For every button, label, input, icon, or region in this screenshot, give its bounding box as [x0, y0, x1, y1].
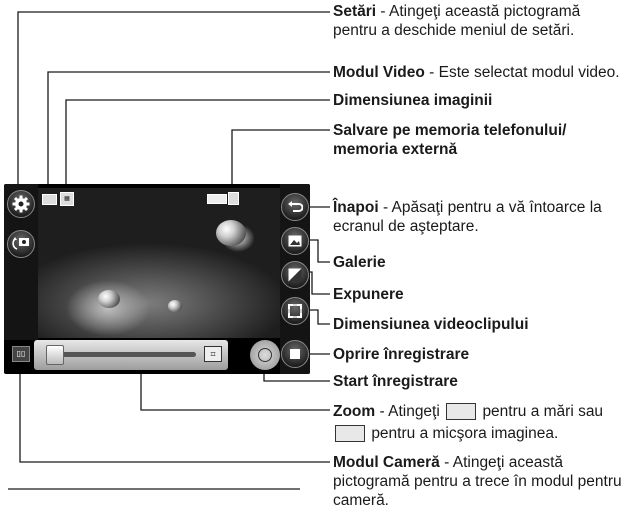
- zoom-in-icon: ⌗: [210, 349, 216, 359]
- zoom-slider-track[interactable]: [46, 352, 196, 357]
- label-video: Modul Video - Este selectat modul video.: [333, 64, 620, 81]
- label-back: Înapoi - Apăsaţi pentru a vă întoarce la…: [333, 199, 602, 235]
- zoom-out-icon: ▯▯: [16, 349, 26, 358]
- camera-mode-button[interactable]: [7, 230, 35, 258]
- image-size-icon: ▦: [60, 192, 74, 206]
- memory-icon: [228, 192, 239, 205]
- video-mode-icon: [42, 194, 57, 205]
- label-exposure: Expunere: [333, 286, 404, 303]
- video-size-button[interactable]: [281, 297, 309, 325]
- zoom-slider-thumb[interactable]: [46, 345, 64, 365]
- zoom-out-inline-icon: [335, 425, 365, 443]
- viewfinder-image: [38, 188, 280, 338]
- label-camera: Modul Cameră - Atingeţi această pictogra…: [333, 454, 622, 509]
- zoom-in-inline-icon: [446, 403, 477, 421]
- video-size-icon: [288, 304, 302, 318]
- label-gallery: Galerie: [333, 254, 386, 271]
- back-button[interactable]: [281, 193, 309, 221]
- callout-storage: [231, 129, 330, 190]
- settings-button[interactable]: [7, 190, 35, 218]
- callout-imagesize: [65, 99, 330, 190]
- callout-video: [47, 71, 330, 190]
- callout-setari: [17, 11, 330, 195]
- label-start: Start înregistrare: [333, 373, 458, 390]
- exposure-button[interactable]: [281, 261, 309, 289]
- label-video-size: Dimensiunea videoclipului: [333, 316, 529, 333]
- gallery-button[interactable]: [281, 227, 309, 255]
- gear-icon: [12, 195, 30, 213]
- label-setari: Setări - Atingeţi această pictogramă pen…: [333, 3, 581, 39]
- zoom-out-button[interactable]: ▯▯: [12, 346, 30, 362]
- label-zoom: Zoom - Atingeţi pentru a mări sau pentru…: [333, 403, 604, 443]
- start-recording-button[interactable]: [250, 340, 280, 370]
- stop-icon: [290, 349, 300, 359]
- gallery-icon: [288, 235, 302, 247]
- label-stop: Oprire înregistrare: [333, 346, 470, 363]
- label-image-size: Dimensiunea imaginii: [333, 92, 493, 109]
- exposure-icon: [288, 268, 302, 282]
- stop-recording-button[interactable]: [281, 340, 309, 368]
- camera-screen: ▦ ▯▯ ⌗: [4, 184, 310, 374]
- back-arrow-icon: [288, 201, 303, 212]
- battery-icon: [207, 194, 227, 204]
- label-storage: Salvare pe memoria telefonului/memoria e…: [333, 122, 567, 158]
- zoom-in-button[interactable]: ⌗: [204, 346, 222, 362]
- camera-switch-icon: [12, 237, 29, 250]
